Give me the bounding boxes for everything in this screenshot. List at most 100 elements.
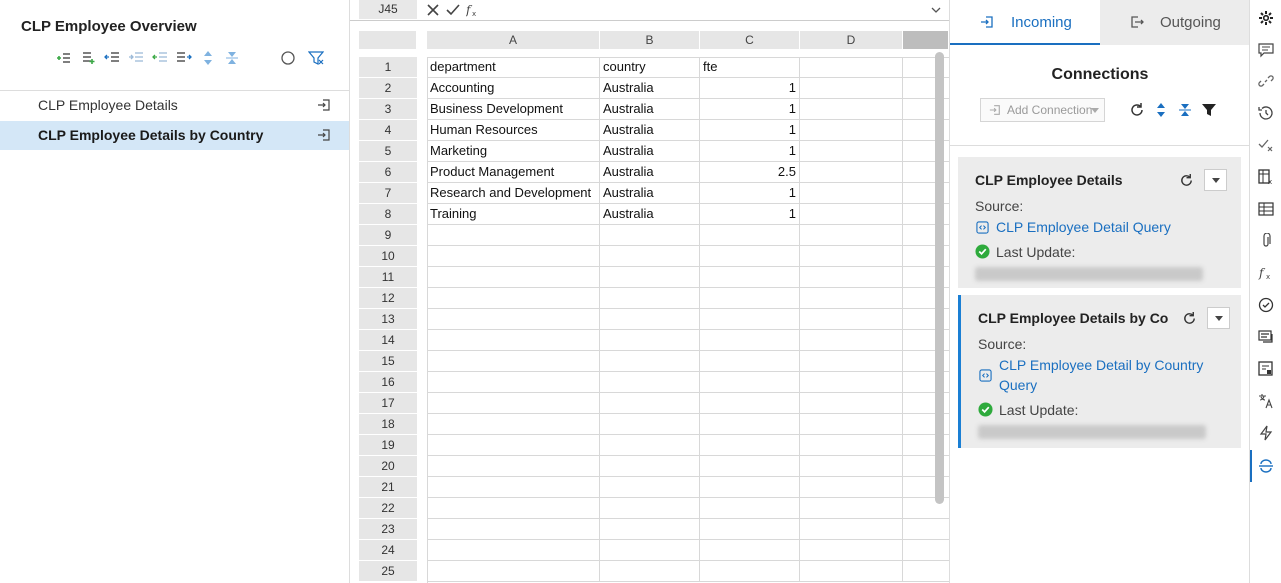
connection-card[interactable]: CLP Employee Details Source: CLP Employe… (958, 157, 1241, 288)
tab-incoming[interactable]: Incoming (950, 0, 1100, 45)
row-header[interactable]: 21 (359, 477, 417, 497)
cell[interactable] (700, 246, 800, 267)
move-left-icon[interactable] (152, 50, 168, 66)
cell[interactable] (700, 477, 800, 498)
cell[interactable]: 1 (700, 120, 800, 141)
cell[interactable] (700, 414, 800, 435)
cell[interactable] (700, 309, 800, 330)
comment-icon[interactable] (1258, 42, 1274, 58)
cell[interactable]: Product Management (427, 162, 600, 183)
clear-filter-icon[interactable] (308, 50, 324, 66)
cell[interactable]: Accounting (427, 78, 600, 99)
cell[interactable] (600, 477, 700, 498)
cell[interactable] (700, 540, 800, 561)
cell[interactable] (427, 372, 600, 393)
cell[interactable] (800, 540, 903, 561)
cell[interactable]: country (600, 57, 700, 78)
vertical-scrollbar[interactable] (935, 52, 944, 504)
cell[interactable] (427, 540, 600, 561)
cell[interactable] (427, 498, 600, 519)
cell[interactable] (600, 288, 700, 309)
cell[interactable] (800, 99, 903, 120)
row-header[interactable]: 22 (359, 498, 417, 518)
cell[interactable] (427, 288, 600, 309)
tree-item-employee-details-by-country[interactable]: CLP Employee Details by Country (0, 121, 349, 150)
cell[interactable] (800, 309, 903, 330)
row-header[interactable]: 3 (359, 99, 417, 119)
cell[interactable] (800, 267, 903, 288)
cell[interactable] (800, 162, 903, 183)
cell[interactable] (700, 498, 800, 519)
history-icon[interactable] (1258, 105, 1274, 121)
row-header[interactable]: 6 (359, 162, 417, 182)
cell[interactable] (700, 267, 800, 288)
cell-grid[interactable]: A B C D 1 department country fte 2 Accounting Aust… (350, 21, 949, 583)
connection-menu-button[interactable] (1207, 307, 1230, 329)
row-header[interactable]: 19 (359, 435, 417, 455)
circle-icon[interactable] (280, 50, 296, 66)
cell[interactable] (800, 57, 903, 78)
cell[interactable] (427, 477, 600, 498)
cell[interactable] (427, 519, 600, 540)
cell[interactable] (700, 456, 800, 477)
cell-reference-box[interactable]: J45 (359, 0, 417, 19)
cell[interactable]: Australia (600, 183, 700, 204)
cell[interactable] (700, 225, 800, 246)
cell[interactable] (800, 351, 903, 372)
cell[interactable] (427, 330, 600, 351)
cell[interactable]: Australia (600, 162, 700, 183)
lightning-icon[interactable] (1258, 425, 1274, 441)
cell[interactable] (800, 78, 903, 99)
cell[interactable] (800, 183, 903, 204)
cell[interactable]: Australia (600, 120, 700, 141)
cell[interactable] (800, 393, 903, 414)
check-circle-icon[interactable] (1258, 297, 1274, 313)
cell[interactable]: Australia (600, 204, 700, 225)
cell[interactable]: 1 (700, 99, 800, 120)
messages-icon[interactable] (1258, 329, 1274, 345)
cell[interactable] (600, 309, 700, 330)
add-connection-button[interactable]: Add Connection (980, 98, 1105, 122)
cell[interactable] (427, 456, 600, 477)
expand-all-icon[interactable] (1153, 102, 1169, 118)
gear-icon[interactable] (1258, 10, 1274, 26)
cell[interactable]: Australia (600, 78, 700, 99)
row-header[interactable]: 20 (359, 456, 417, 476)
row-header[interactable]: 12 (359, 288, 417, 308)
cell[interactable] (600, 456, 700, 477)
cell[interactable]: 1 (700, 183, 800, 204)
cell[interactable] (800, 477, 903, 498)
cell[interactable] (800, 372, 903, 393)
filter-icon[interactable] (1201, 102, 1217, 118)
cell[interactable] (800, 246, 903, 267)
cell[interactable] (427, 393, 600, 414)
row-header[interactable]: 24 (359, 540, 417, 560)
paperclip-icon[interactable] (1258, 233, 1274, 249)
cell[interactable] (700, 561, 800, 582)
cell[interactable] (800, 120, 903, 141)
cell[interactable] (700, 351, 800, 372)
cell[interactable]: 1 (700, 204, 800, 225)
cell[interactable] (600, 246, 700, 267)
cell[interactable] (427, 351, 600, 372)
refresh-icon[interactable] (1179, 173, 1194, 188)
function-icon[interactable]: fx (466, 3, 480, 17)
connection-card[interactable]: CLP Employee Details by Country Source: … (958, 295, 1241, 448)
cancel-icon[interactable] (426, 3, 440, 17)
table-icon[interactable] (1258, 201, 1274, 217)
row-header[interactable]: 8 (359, 204, 417, 224)
cell[interactable] (600, 225, 700, 246)
cell[interactable]: Business Development (427, 99, 600, 120)
refresh-icon[interactable] (1129, 102, 1145, 118)
cell[interactable]: 1 (700, 78, 800, 99)
cell[interactable] (903, 519, 949, 540)
cell[interactable] (800, 288, 903, 309)
cell[interactable] (600, 435, 700, 456)
cell[interactable] (800, 519, 903, 540)
cell[interactable] (800, 498, 903, 519)
cell[interactable] (600, 393, 700, 414)
cell[interactable] (600, 267, 700, 288)
add-child-icon[interactable] (56, 50, 72, 66)
cell[interactable]: Research and Development (427, 183, 600, 204)
cell[interactable]: 2.5 (700, 162, 800, 183)
